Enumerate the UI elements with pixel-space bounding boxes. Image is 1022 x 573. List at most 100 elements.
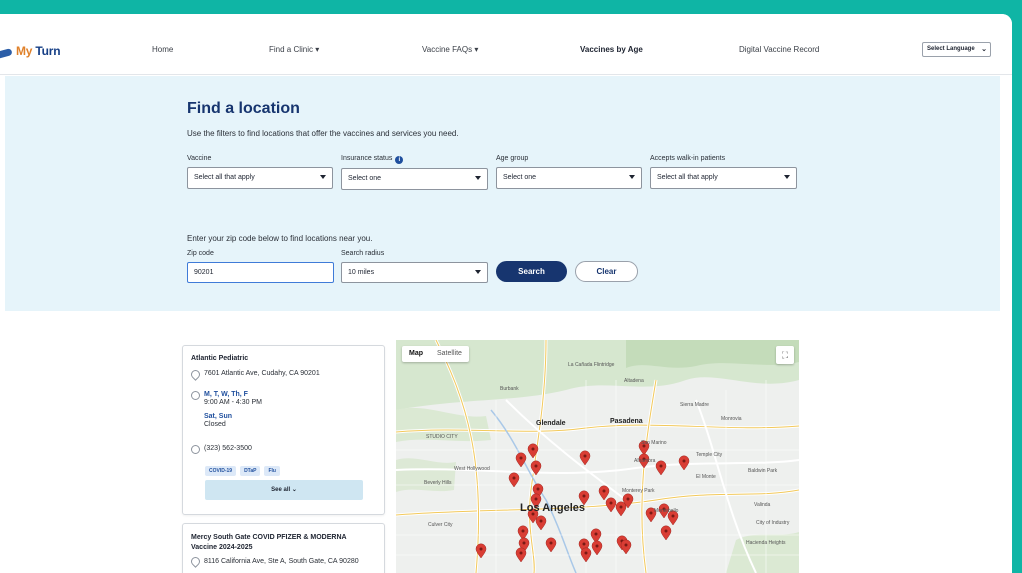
vaccine-label: Vaccine — [187, 155, 212, 162]
walk-in-select[interactable]: Select all that apply — [650, 167, 797, 189]
map-pin-dot — [624, 543, 628, 547]
location-phone[interactable]: (323) 562-3500 — [191, 445, 252, 454]
location-name[interactable]: Atlantic Pediatric — [191, 355, 248, 362]
map-label-culver-city: Culver City — [428, 522, 453, 528]
vaccine-select-value: Select all that apply — [194, 174, 255, 181]
map-label-hacienda-heights: Hacienda Heights — [746, 540, 786, 546]
caret-down-icon — [475, 176, 481, 180]
zip-code-input[interactable]: 90201 — [187, 262, 334, 283]
age-group-select-value: Select one — [503, 174, 537, 181]
map-pin-icon — [189, 368, 202, 381]
see-all-button[interactable]: See all ⌄ — [205, 480, 363, 500]
search-radius-label: Search radius — [341, 250, 385, 257]
map-pin-icon[interactable] — [615, 501, 627, 517]
caret-down-icon — [629, 175, 635, 179]
map-pin-dot — [531, 447, 535, 451]
map-canvas[interactable] — [396, 340, 799, 573]
map-pin-icon[interactable] — [545, 537, 557, 553]
zip-code-label: Zip code — [187, 250, 214, 257]
map-label-temple-city: Temple City — [696, 452, 723, 458]
top-navigation: My Turn Home Find a Clinic ▾ Vaccine FAQ… — [0, 14, 1012, 75]
my-turn-logo[interactable]: My Turn — [0, 41, 61, 61]
map-pin-dot — [582, 542, 586, 546]
phone-icon — [191, 445, 200, 454]
location-card[interactable]: Atlantic Pediatric 7601 Atlantic Ave, Cu… — [182, 345, 385, 515]
map-pin-icon[interactable] — [579, 450, 591, 466]
nav-find-a-clinic[interactable]: Find a Clinic ▾ — [269, 45, 319, 54]
map-pin-dot — [584, 551, 588, 555]
vaccine-tag: DTaP — [240, 466, 261, 476]
insurance-select[interactable]: Select one — [341, 168, 488, 190]
map-pin-dot — [534, 464, 538, 468]
map-label-los-angeles: Los Angeles — [520, 502, 585, 514]
map-label-la-canada: La Cañada Flintridge — [568, 362, 615, 368]
map-pin-dot — [595, 544, 599, 548]
nav-vaccines-by-age[interactable]: Vaccines by Age — [580, 45, 643, 54]
map-pin-icon[interactable] — [620, 539, 632, 555]
clear-button[interactable]: Clear — [575, 261, 638, 282]
map-pin-dot — [519, 551, 523, 555]
map-type-toggle[interactable]: Map Satellite — [402, 346, 469, 362]
phone-text: (323) 562-3500 — [204, 445, 252, 452]
map-pin-icon[interactable] — [655, 460, 667, 476]
open-hours-text: 9:00 AM - 4:30 PM — [204, 399, 262, 406]
zip-instructions: Enter your zip code below to find locati… — [187, 234, 373, 243]
nav-home[interactable]: Home — [152, 45, 173, 54]
closed-days: Sat, Sun — [204, 413, 233, 420]
map-label-monterey-park: Monterey Park — [622, 488, 655, 494]
search-button[interactable]: Search — [496, 261, 567, 282]
hours-block: M, T, W, Th, F 9:00 AM - 4:30 PM Sat, Su… — [204, 391, 262, 428]
vaccine-select[interactable]: Select all that apply — [187, 167, 333, 189]
map-type-map[interactable]: Map — [402, 346, 430, 362]
map-label-west-hollywood: West Hollywood — [454, 466, 490, 472]
map-label-san-marino: San Marino — [641, 440, 667, 446]
map-pin-dot — [619, 505, 623, 509]
map-pin-icon — [189, 555, 202, 568]
map-pin-icon[interactable] — [515, 547, 527, 563]
chevron-down-icon: ⌄ — [981, 46, 987, 53]
map-pin-dot — [479, 547, 483, 551]
map-pin-icon[interactable] — [598, 485, 610, 501]
vaccine-tag: COVID-19 — [205, 466, 237, 476]
location-name[interactable]: Mercy South Gate COVID PFIZER & MODERNA … — [191, 533, 371, 553]
map-pin-icon[interactable] — [535, 515, 547, 531]
info-icon[interactable]: i — [395, 156, 404, 164]
map-pin-icon[interactable] — [660, 525, 672, 541]
map-pin-dot — [664, 529, 668, 533]
location-card[interactable]: Mercy South Gate COVID PFIZER & MODERNA … — [182, 523, 385, 573]
map-pin-dot — [522, 541, 526, 545]
map-pin-icon[interactable] — [591, 540, 603, 556]
search-radius-select[interactable]: 10 miles — [341, 262, 488, 283]
locations-map[interactable]: Map Satellite ⛶ La Cañada Flintridge Alt… — [396, 340, 799, 573]
caret-down-icon — [475, 270, 481, 274]
map-pin-dot — [549, 541, 553, 545]
map-label-glendale: Glendale — [536, 420, 566, 427]
fullscreen-icon[interactable]: ⛶ — [776, 346, 794, 364]
map-label-el-monte: El Monte — [696, 474, 716, 480]
map-pin-dot — [582, 494, 586, 498]
map-type-satellite[interactable]: Satellite — [430, 346, 469, 362]
map-label-studio-city: STUDIO CITY — [426, 434, 458, 440]
map-pin-dot — [609, 501, 613, 505]
map-pin-icon[interactable] — [515, 452, 527, 468]
map-pin-dot — [534, 497, 538, 501]
nav-digital-vaccine-record[interactable]: Digital Vaccine Record — [739, 45, 819, 54]
caret-down-icon — [784, 175, 790, 179]
map-pin-icon[interactable] — [580, 547, 592, 563]
map-pin-icon[interactable] — [605, 497, 617, 513]
location-address: 8116 California Ave, Ste A, South Gate, … — [189, 555, 376, 568]
vaccine-tags: COVID-19 DTaP Flu — [205, 466, 280, 476]
map-pin-dot — [659, 464, 663, 468]
map-pin-icon[interactable] — [678, 455, 690, 471]
nav-vaccine-faqs[interactable]: Vaccine FAQs ▾ — [422, 45, 478, 54]
map-pin-dot — [602, 489, 606, 493]
location-address: 7601 Atlantic Ave, Cudahy, CA 90201 — [189, 368, 320, 381]
language-select-label: Select Language — [927, 46, 975, 52]
insurance-label: Insurance status i — [341, 155, 404, 164]
map-label-valinda: Valinda — [754, 502, 771, 508]
map-label-alhambra: Alhambra — [634, 458, 656, 464]
map-pin-dot — [539, 519, 543, 523]
age-group-label: Age group — [496, 155, 529, 162]
language-select[interactable]: Select Language ⌄ — [922, 42, 991, 57]
age-group-select[interactable]: Select one — [496, 167, 642, 189]
